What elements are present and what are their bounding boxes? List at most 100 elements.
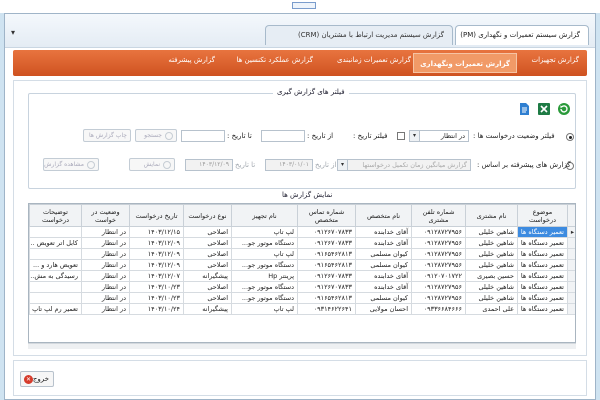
status-filter-select[interactable]: در انتظار ▾ [409,130,469,142]
table-cell[interactable]: اصلاحی [183,248,232,260]
table-cell[interactable]: رسیدگی به مش... [29,270,82,282]
column-header[interactable]: موضوع درخواست [517,204,568,227]
table-cell[interactable]: شاهین خلیلی [465,226,518,238]
table-cell[interactable]: ۰۹۱۲۰۷۰۱۷۲۲ [411,270,466,282]
table-cell[interactable]: تعمیر دستگاه ها [517,248,568,260]
table-cell[interactable]: ۰۹۱۲۸۷۲۷۹۵۶ [411,248,466,260]
table-cell[interactable]: پرینتر Hp [231,270,298,282]
column-header[interactable]: توضیحات درخواست [29,204,82,227]
horizontal-scrollbar[interactable] [28,343,576,349]
table-cell[interactable]: تعمیر دستگاه ها [517,303,568,315]
table-row[interactable]: تعمیر دستگاه ها شاهین خلیلی ۰۹۱۲۸۷۲۷۹۵۶ کیو… [29,259,575,271]
row-indicator[interactable] [567,270,575,282]
table-cell[interactable]: ۰۹۱۲۸۷۲۷۹۵۶ [411,237,466,249]
table-cell[interactable]: اصلاحی [183,281,232,293]
table-cell[interactable]: دستگاه موتور جو... [231,292,298,304]
exit-button[interactable]: ✕ خروج [20,371,54,387]
table-cell[interactable] [29,281,82,293]
column-header[interactable]: وضعیت در خواست [81,204,130,227]
table-cell[interactable]: در انتظار [81,281,130,293]
table-cell[interactable]: ۰۹۱۲۶۷۰۷۸۳۳ [297,237,356,249]
show-button[interactable]: نمایش [129,158,175,171]
table-cell[interactable]: در انتظار [81,226,130,238]
adv-to-date-input[interactable]: ۱۴۰۳/۱۲/۰۹ [185,159,233,171]
table-row[interactable]: تعمیر دستگاه ها شاهین خلیلی ۰۹۱۲۸۷۲۷۹۵۶ آقا… [29,281,575,293]
table-cell[interactable]: ۰۹۱۲۶۷۰۷۸۳۳ [297,270,356,282]
table-cell[interactable]: کیوان مسلمی [355,259,412,271]
menu-technician-report[interactable]: گزارش عملکرد تکنسین ها [236,56,313,64]
menu-scheduled-report[interactable]: گزارش تعمیرات زمانبندی [337,56,411,64]
table-cell[interactable]: در انتظار [81,270,130,282]
results-grid[interactable]: موضوع درخواست نام مشتری شماره تلفن مشتری… [28,203,576,343]
menu-equipment-report[interactable]: گزارش تجهیزات [532,56,580,64]
column-header[interactable]: نام مشتری [465,204,518,227]
table-cell[interactable]: آقای خدابنده [355,237,412,249]
row-indicator[interactable]: ▸ [567,226,575,238]
table-cell[interactable]: ۰۹۳۱۴۶۲۲۶۴۱ [297,303,356,315]
table-cell[interactable]: ۰۹۱۲۶۷۰۷۸۳۳ [297,281,356,293]
table-cell[interactable]: دستگاه موتور جو... [231,259,298,271]
table-cell[interactable]: ۰۹۱۶۵۴۶۲۸۱۳ [297,248,356,260]
table-cell[interactable]: آقای خدابنده [355,270,412,282]
row-indicator[interactable] [567,281,575,293]
table-cell[interactable]: پیشگیرانه [183,270,232,282]
table-cell[interactable] [29,226,82,238]
table-cell[interactable]: ۰۹۱۲۸۷۲۷۹۵۶ [411,259,466,271]
refresh-icon[interactable] [557,102,571,116]
table-row[interactable]: تعمیر دستگاه ها شاهین خلیلی ۰۹۱۲۸۷۲۷۹۵۶ آقا… [29,237,575,249]
table-cell[interactable]: لپ تاپ [231,226,298,238]
table-cell[interactable]: حسین بصیری [465,270,518,282]
table-cell[interactable]: ۱۴۰۳/۱۰/۲۳ [129,292,184,304]
table-cell[interactable]: در انتظار [81,248,130,260]
table-cell[interactable]: ۱۴۰۳/۱۰/۲۴ [129,303,184,315]
table-cell[interactable] [29,292,82,304]
table-cell[interactable]: دستگاه موتور جو... [231,281,298,293]
table-cell[interactable]: تعمیر دستگاه ها [517,259,568,271]
table-row[interactable]: ▸ تعمیر دستگاه ها شاهین خلیلی ۰۹۱۲۸۷۲۷۹۵۶ آق… [29,226,575,238]
table-cell[interactable]: شاهین خلیلی [465,237,518,249]
table-cell[interactable]: احسان مولایی [355,303,412,315]
from-date-input[interactable] [261,130,305,142]
row-indicator[interactable] [567,237,575,249]
table-cell[interactable]: کیوان مسلمی [355,292,412,304]
table-cell[interactable]: ۱۴۰۳/۱۲/۰۹ [129,248,184,260]
column-header[interactable]: نام متخصص [355,204,412,227]
table-cell[interactable]: ۱۴۰۳/۱۰/۲۳ [129,281,184,293]
table-cell[interactable]: آقای خدابنده [355,226,412,238]
table-cell[interactable]: در انتظار [81,292,130,304]
table-cell[interactable]: در انتظار [81,303,130,315]
table-cell[interactable]: ۰۹۱۲۸۷۲۷۹۵۶ [411,292,466,304]
table-cell[interactable]: ۰۹۱۲۸۷۲۷۹۵۶ [411,226,466,238]
table-cell[interactable]: تعمیر دستگاه ها [517,226,568,238]
table-cell[interactable]: ۱۴۰۳/۱۲/۰۹ [129,259,184,271]
table-cell[interactable]: آقای خدابنده [355,281,412,293]
adv-from-date-input[interactable]: ۱۴۰۳/۰۱/۰۱ [265,159,313,171]
table-cell[interactable]: تعمیر دستگاه ها [517,281,568,293]
table-cell[interactable]: ۰۹۳۳۶۶۸۴۶۶۶ [411,303,466,315]
table-cell[interactable]: در انتظار [81,259,130,271]
table-cell[interactable]: اصلاحی [183,226,232,238]
table-row[interactable]: تعمیر دستگاه ها شاهین خلیلی ۰۹۱۲۸۷۲۷۹۵۶ کیو… [29,292,575,304]
table-cell[interactable]: ۰۹۱۶۵۴۶۲۸۱۳ [297,259,356,271]
menu-maintenance-report[interactable]: گزارش تعمیرات ونگهداری [413,53,517,73]
window-menu-icon[interactable]: ▾ [11,28,15,37]
date-filter-checkbox[interactable] [397,132,405,140]
status-filter-radio[interactable] [566,133,574,141]
view-report-button[interactable]: مشاهده گزارش [43,158,99,171]
table-cell[interactable]: ۰۹۱۶۵۴۶۲۸۱۳ [297,292,356,304]
table-cell[interactable]: تعمیر رم لپ تاپ [29,303,82,315]
table-row[interactable]: تعمیر دستگاه ها شاهین خلیلی ۰۹۱۲۸۷۲۷۹۵۶ کیو… [29,248,575,260]
search-button[interactable]: جستجو [135,129,177,142]
table-cell[interactable]: اصلاحی [183,292,232,304]
table-cell[interactable]: ۱۴۰۳/۱۲/۱۵ [129,226,184,238]
table-cell[interactable]: لپ تاپ [231,303,298,315]
table-cell[interactable]: شاهین خلیلی [465,248,518,260]
table-cell[interactable]: در انتظار [81,237,130,249]
table-cell[interactable]: ۰۹۱۲۶۷۰۷۸۳۳ [297,226,356,238]
column-header[interactable]: نوع درخواست [183,204,232,227]
table-cell[interactable]: اصلاحی [183,237,232,249]
table-cell[interactable]: ۰۹۱۲۸۷۲۷۹۵۶ [411,281,466,293]
table-cell[interactable]: کابل اتر تعویض ... [29,237,82,249]
advanced-basis-select[interactable]: گزارش میانگین زمان تکمیل درخواستها ▾ [337,159,471,171]
table-cell[interactable]: ۱۴۰۳/۱۲/۰۹ [129,237,184,249]
